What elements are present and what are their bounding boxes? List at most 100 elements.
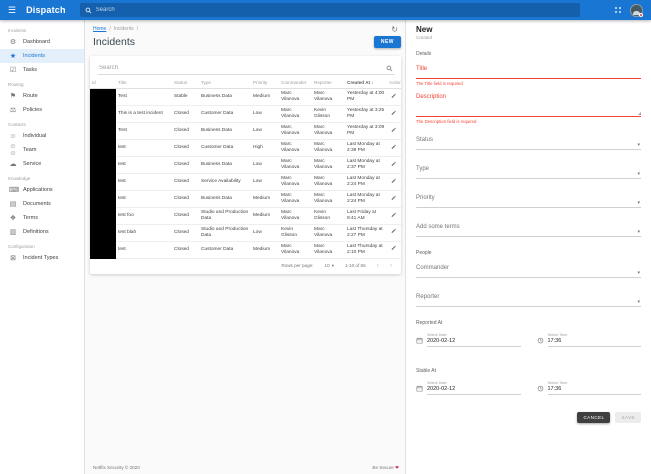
edit-pencil-icon[interactable] [391,93,397,99]
tasks-icon: ☑ [9,66,17,74]
sidebar-item-policies[interactable]: ⚖ Policies [0,103,84,117]
breadcrumb-home-link[interactable]: Home [93,26,106,32]
title-field[interactable]: Title The Title field is required [416,66,641,86]
priority-select[interactable]: Priority ▾ [416,195,641,208]
previous-page-icon[interactable]: ‹ [377,262,379,270]
rows-per-page-select[interactable]: 10 ▾ [325,263,334,269]
table-row[interactable]: Test Stable Business Data Medium Marc Vilano… [90,88,401,106]
main-content: Home / Incidents / ↻ Incidents NEW Searc… [85,20,405,474]
status-select[interactable]: Status ▾ [416,137,641,150]
actions-cell[interactable] [387,105,401,123]
stable-date-field[interactable]: Select Date 2020-02-12 [416,381,521,395]
sidebar-item-team[interactable]: ☺☺ Team [0,143,84,157]
sidebar-item-tasks[interactable]: ☑ Tasks [0,63,84,77]
created-at-cell: Last Thursday at 2:27 PM [345,224,387,242]
section-people: People [416,250,432,256]
created-at-cell: Last Monday at 2:39 PM [345,139,387,157]
new-incident-button[interactable]: NEW [373,36,401,48]
column-header-created-at[interactable]: Created At ↓ [345,77,387,89]
reported-date-field[interactable]: Select Date 2020-02-12 [416,333,521,347]
sidebar-item-incident-types[interactable]: ⊠ Incident Types [0,251,84,265]
actions-cell[interactable] [387,122,401,140]
id-cell [90,139,116,157]
sidebar-item-dashboard[interactable]: ⚙ Dashboard [0,35,84,49]
actions-cell[interactable] [387,173,401,191]
status-cell: Closed [172,122,199,140]
sidebar-item-terms[interactable]: ❖ Terms [0,211,84,225]
edit-pencil-icon[interactable] [391,144,397,150]
chevron-down-icon: ▾ [331,262,334,268]
type-cell: Studio and Production Data [199,207,251,225]
column-header-type[interactable]: Type [199,77,251,89]
column-header-commander[interactable]: Commander [279,77,312,89]
edit-pencil-icon[interactable] [391,110,397,116]
edit-pencil-icon[interactable] [391,245,397,251]
actions-cell[interactable] [387,88,401,106]
incident-types-icon: ⊠ [10,254,16,262]
next-page-icon[interactable]: › [390,262,392,270]
description-field[interactable]: Description The Description field is req… [416,94,641,124]
created-at-cell: Last Friday at 9:41 AM [345,207,387,225]
title-cell: test blah [116,224,172,242]
edit-pencil-icon[interactable] [391,127,397,133]
id-cell [90,241,116,259]
table-row[interactable]: test foo Closed Studio and Production Data… [90,207,401,225]
table-row[interactable]: test Closed Customer Data Medium Marc Vilano… [90,241,401,259]
commander-select[interactable]: Commander ▾ [416,265,641,278]
sidebar-item-applications[interactable]: ⌨ Applications [0,183,84,197]
edit-pencil-icon[interactable] [391,228,397,234]
actions-cell[interactable] [387,241,401,259]
chevron-down-icon: ▾ [637,171,640,177]
sidebar-item-service[interactable]: ☁ Service [0,157,84,171]
sidebar-item-label: Applications [23,187,53,193]
column-header-id[interactable]: Id [90,77,116,89]
sidebar-item-incidents[interactable]: ★ Incidents [0,49,84,63]
actions-cell[interactable] [387,207,401,225]
edit-pencil-icon[interactable] [391,195,397,201]
terms-select[interactable]: Add some terms ▾ [416,224,641,237]
reported-time-field[interactable]: Select Time 17:36 [537,333,641,347]
column-header-reporter[interactable]: Reporter [312,77,345,89]
table-row[interactable]: test blah Closed Studio and Production Dat… [90,224,401,242]
menu-icon[interactable]: ☰ [8,5,16,15]
stable-time-field[interactable]: Select Time 17:36 [537,381,641,395]
priority-cell: Medium [251,88,279,106]
column-header-title[interactable]: Title [116,77,172,89]
commander-cell: Kevin Glisson [279,224,312,242]
column-header-actions[interactable]: Actions [387,77,401,89]
resize-handle-icon[interactable] [638,112,641,115]
reporter-select[interactable]: Reporter ▾ [416,294,641,307]
refresh-icon[interactable]: ↻ [391,25,398,34]
column-header-status[interactable]: Status [172,77,199,89]
chevron-down-icon: ▾ [637,270,640,276]
table-row[interactable]: test Closed Service Availability Low Marc Vi… [90,173,401,191]
table-row[interactable]: This is a test incident Closed Customer Da… [90,105,401,123]
actions-cell[interactable] [387,190,401,208]
type-select[interactable]: Type ▾ [416,166,641,179]
id-cell [90,190,116,208]
edit-pencil-icon[interactable] [391,161,397,167]
edit-pencil-icon[interactable] [391,212,397,218]
column-header-priority[interactable]: Priority [251,77,279,89]
sidebar-item-individual[interactable]: ☺ Individual [0,129,84,143]
table-row[interactable]: Test Closed Business Data Low Marc Vilanova M… [90,122,401,140]
actions-cell[interactable] [387,224,401,242]
actions-cell[interactable] [387,139,401,157]
save-button[interactable]: SAVE [615,412,641,423]
table-row[interactable]: test Closed Customer Data High Marc Vilanova… [90,139,401,157]
sidebar-item-documents[interactable]: ▤ Documents [0,197,84,211]
apps-grid-icon[interactable] [614,6,622,14]
table-search-input[interactable] [98,63,395,75]
sidebar-item-route[interactable]: ⚑ Route [0,89,84,103]
global-search[interactable] [79,3,580,17]
priority-cell: Low [251,156,279,174]
edit-pencil-icon[interactable] [391,178,397,184]
avatar[interactable] [630,3,643,17]
table-row[interactable]: test Closed Business Data Low Marc Vilanova M… [90,156,401,174]
global-search-input[interactable] [95,7,575,13]
sidebar-item-definitions[interactable]: ▥ Definitions [0,225,84,239]
table-row[interactable]: test Closed Business Data Medium Marc Vilano… [90,190,401,208]
cancel-button[interactable]: CANCEL [577,412,611,423]
reporter-cell: Marc Vilanova [312,190,345,208]
actions-cell[interactable] [387,156,401,174]
